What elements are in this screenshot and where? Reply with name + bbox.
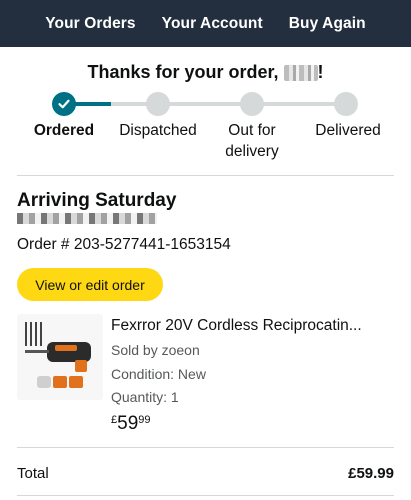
product-seller: Sold by zoeon [111,342,200,358]
product-price: £5999 [111,413,151,435]
view-edit-order-button[interactable]: View or edit order [17,268,163,301]
step-out-for-delivery-dot [240,92,264,116]
divider [17,495,394,496]
arrival-date: Arriving Saturday [17,190,177,211]
price-whole: 59 [117,413,139,434]
confirmation-punctuation: ! [317,62,324,82]
step-delivered-dot [334,92,358,116]
product-title[interactable]: Fexrror 20V Cordless Reciprocatin... [111,317,401,335]
order-progress-tracker: Ordered Dispatched Out for delivery Deli… [0,90,411,170]
nav-buy-again[interactable]: Buy Again [289,15,366,33]
step-ordered-check-icon [52,92,76,116]
divider [17,175,394,176]
redacted-name [283,65,318,81]
product-image[interactable] [17,314,103,400]
total-label: Total [17,465,49,482]
order-number: Order # 203-5277441-1653154 [17,236,231,253]
price-fraction: 99 [138,414,151,426]
product-quantity: Quantity: 1 [111,389,179,405]
confirmation-text: Thanks for your order, [87,62,279,82]
confirmation-heading: Thanks for your order, ! [0,62,411,83]
step-dispatched-dot [146,92,170,116]
step-label-dispatched: Dispatched [119,122,197,139]
product-condition: Condition: New [111,366,206,382]
divider [17,447,394,448]
step-label-out-for-delivery: Out for delivery [225,122,279,160]
redacted-recipient [17,213,157,224]
step-label-delivered: Delivered [315,122,381,139]
nav-your-orders[interactable]: Your Orders [45,15,135,33]
total-value: £59.99 [348,465,394,482]
nav-your-account[interactable]: Your Account [162,15,263,33]
top-nav: Your Orders Your Account Buy Again [0,0,411,47]
step-label-ordered: Ordered [33,122,95,139]
